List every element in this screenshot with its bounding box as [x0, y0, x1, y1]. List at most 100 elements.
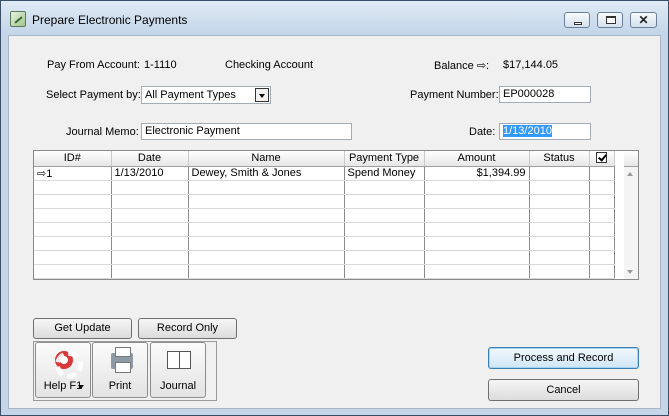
- process-and-record-button[interactable]: Process and Record: [488, 347, 639, 369]
- empty-cell: [424, 194, 530, 209]
- empty-cell: [589, 180, 615, 195]
- column-header-amount[interactable]: Amount: [424, 151, 530, 167]
- empty-cell: [111, 222, 189, 237]
- empty-cell: [188, 180, 345, 195]
- select-payment-by-dropdown[interactable]: All Payment Types: [141, 86, 271, 104]
- select-payment-by-label: Select Payment by:: [46, 89, 141, 101]
- journal-memo-input[interactable]: Electronic Payment: [141, 123, 352, 140]
- maximize-button[interactable]: [597, 12, 623, 28]
- chevron-down-icon: [78, 385, 84, 389]
- lifebuoy-icon: [55, 351, 83, 379]
- empty-cell: [424, 236, 530, 251]
- empty-cell: [111, 236, 189, 251]
- form-body: Pay From Account: 1-1110 Checking Accoun…: [8, 35, 661, 409]
- vertical-scrollbar[interactable]: [624, 167, 638, 279]
- empty-cell: [424, 222, 530, 237]
- get-update-button[interactable]: Get Update: [33, 318, 132, 339]
- row-name-cell[interactable]: Dewey, Smith & Jones: [188, 166, 345, 181]
- help-button[interactable]: Help F1: [35, 342, 91, 398]
- scroll-up-icon[interactable]: [627, 172, 633, 176]
- row-id-cell[interactable]: ⇨1: [34, 166, 112, 181]
- chevron-down-icon[interactable]: [255, 88, 269, 102]
- close-button[interactable]: ✕: [630, 12, 657, 28]
- empty-cell: [589, 194, 615, 209]
- minimize-icon: [574, 22, 582, 25]
- app-icon: [10, 11, 26, 27]
- empty-cell: [111, 250, 189, 265]
- empty-cell: [424, 250, 530, 265]
- empty-cell: [424, 180, 530, 195]
- select-all-checkbox[interactable]: [596, 152, 607, 164]
- empty-cell: [529, 180, 590, 195]
- row-type-cell[interactable]: Spend Money: [344, 166, 425, 181]
- empty-cell: [188, 250, 345, 265]
- print-button[interactable]: Print: [92, 342, 148, 398]
- empty-cell: [529, 236, 590, 251]
- table-row[interactable]: [34, 264, 615, 279]
- empty-cell: [344, 208, 425, 223]
- journal-button[interactable]: Journal: [150, 342, 206, 398]
- row-select-cell[interactable]: [589, 166, 615, 181]
- empty-cell: [529, 194, 590, 209]
- empty-cell: [188, 194, 345, 209]
- select-payment-by-value: All Payment Types: [145, 89, 236, 101]
- prepare-electronic-payments-window: Prepare Electronic Payments ✕ Pay From A…: [0, 0, 669, 416]
- table-row[interactable]: [34, 180, 615, 195]
- row-date-cell[interactable]: 1/13/2010: [111, 166, 189, 181]
- date-label: Date:: [469, 126, 496, 138]
- empty-cell: [424, 208, 530, 223]
- journal-label: Journal: [159, 380, 197, 392]
- payment-number-label: Payment Number:: [410, 89, 499, 101]
- empty-cell: [111, 208, 189, 223]
- account-number: 1-1110: [144, 59, 177, 71]
- account-name: Checking Account: [225, 59, 314, 71]
- empty-cell: [34, 194, 112, 209]
- journal-memo-label: Journal Memo:: [66, 126, 139, 138]
- pay-from-account-label: Pay From Account:: [47, 59, 140, 71]
- column-header-payment-type[interactable]: Payment Type: [344, 151, 425, 167]
- journal-icon: [167, 351, 191, 369]
- column-header-name[interactable]: Name: [188, 151, 345, 167]
- empty-cell: [344, 180, 425, 195]
- table-row[interactable]: [34, 208, 615, 223]
- date-input[interactable]: 1/13/2010: [499, 123, 591, 140]
- empty-cell: [34, 222, 112, 237]
- empty-cell: [589, 222, 615, 237]
- scrollbar-header: [624, 151, 638, 167]
- empty-cell: [424, 264, 530, 279]
- empty-cell: [111, 264, 189, 279]
- title-bar[interactable]: Prepare Electronic Payments ✕: [1, 1, 668, 35]
- table-row[interactable]: [34, 250, 615, 265]
- empty-cell: [34, 264, 112, 279]
- column-header-id[interactable]: ID#: [34, 151, 112, 167]
- table-row[interactable]: ⇨1 1/13/2010 Dewey, Smith & Jones Spend …: [34, 166, 615, 181]
- column-header-status[interactable]: Status: [529, 151, 590, 167]
- balance-label-text: Balance: [434, 60, 474, 72]
- column-header-date[interactable]: Date: [111, 151, 189, 167]
- row-amount-cell[interactable]: $1,394.99: [424, 166, 530, 181]
- column-header-select-all[interactable]: [589, 151, 615, 167]
- row-status-cell[interactable]: [529, 166, 590, 181]
- payment-number-input[interactable]: EP000028: [499, 86, 591, 103]
- empty-cell: [344, 250, 425, 265]
- table-row[interactable]: [34, 194, 615, 209]
- empty-cell: [34, 180, 112, 195]
- empty-cell: [344, 222, 425, 237]
- cancel-button[interactable]: Cancel: [488, 379, 639, 401]
- balance-value: $17,144.05: [503, 59, 559, 71]
- empty-cell: [34, 236, 112, 251]
- empty-cell: [111, 180, 189, 195]
- table-row[interactable]: [34, 236, 615, 251]
- empty-cell: [188, 208, 345, 223]
- minimize-button[interactable]: [564, 12, 590, 28]
- printer-icon: [111, 347, 133, 373]
- empty-cell: [34, 250, 112, 265]
- table-row[interactable]: [34, 222, 615, 237]
- empty-cell: [529, 250, 590, 265]
- empty-cell: [344, 264, 425, 279]
- payments-table: ID# Date Name Payment Type Amount Status…: [33, 150, 639, 280]
- record-only-button[interactable]: Record Only: [138, 318, 237, 339]
- balance-label-colon: :: [486, 60, 490, 72]
- empty-cell: [188, 264, 345, 279]
- scroll-down-icon[interactable]: [627, 270, 633, 274]
